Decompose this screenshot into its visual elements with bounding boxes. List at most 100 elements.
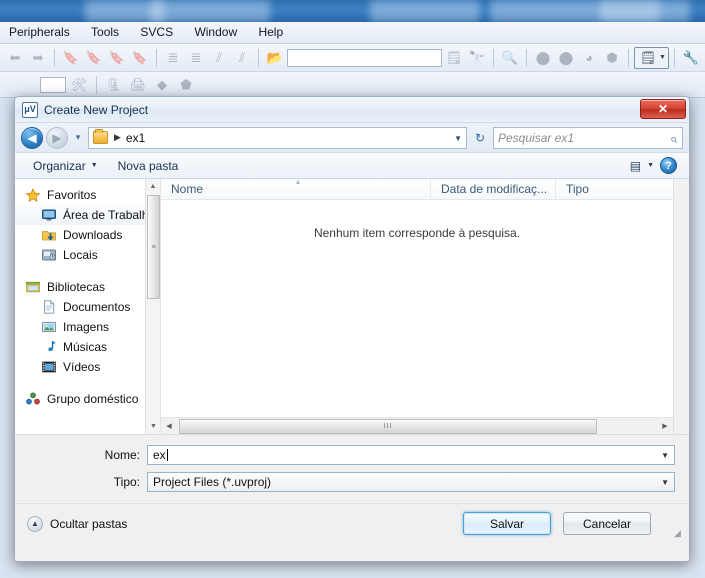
configure-wrench-icon[interactable]: 🔧 <box>680 47 702 69</box>
back-button[interactable]: ◀ <box>21 126 43 149</box>
menu-item-svcs[interactable]: SVCS <box>131 22 182 43</box>
menu-item-window[interactable]: Window <box>185 22 246 43</box>
toolbar-separator <box>156 48 157 67</box>
forward-button[interactable]: ▶ <box>46 126 68 149</box>
file-name-input[interactable]: ex ▼ <box>147 445 675 465</box>
scroll-right-icon[interactable]: ▶ <box>657 422 673 430</box>
scroll-up-icon[interactable]: ▲ <box>146 179 160 194</box>
breadcrumb-separator-icon: ▶ <box>114 132 121 142</box>
cancel-button[interactable]: Cancelar <box>563 512 651 535</box>
dialog-titlebar[interactable]: μV Create New Project ✕ <box>15 97 689 123</box>
sidebar-scrollbar[interactable]: ▲ ≡ ▼ <box>145 179 160 434</box>
bookmark-prev-icon[interactable]: 🔖 <box>106 47 128 69</box>
hscroll-track[interactable]: III <box>177 418 657 434</box>
address-bar[interactable]: ▶ ex1 ▼ <box>88 126 467 149</box>
scroll-down-icon[interactable]: ▼ <box>146 419 160 434</box>
target-options-icon[interactable]: ⬤ <box>532 47 554 69</box>
sidebar-item-musicas[interactable]: Músicas <box>15 337 160 357</box>
build-icon[interactable]: 🗜 <box>103 74 125 96</box>
comment-lines-icon[interactable]: ⫽ <box>208 47 230 69</box>
browse-symbol-icon[interactable]: 🔍 <box>499 47 521 69</box>
column-header-data-modificacao[interactable]: Data de modificaç... <box>431 178 556 200</box>
column-header-row: Nome ▴ Data de modificaç... Tipo <box>161 176 673 200</box>
resize-grip-icon[interactable]: ◢ <box>674 529 685 540</box>
target-selector[interactable]: 🗒 ▼ <box>634 46 669 69</box>
recent-locations-dropdown-icon[interactable]: ▾ <box>71 132 85 143</box>
build-target-icon[interactable]: 🛠 <box>68 74 90 96</box>
sort-ascending-icon: ▴ <box>296 176 301 186</box>
chevron-down-icon[interactable]: ▼ <box>454 134 462 143</box>
menu-item-tools[interactable]: Tools <box>82 22 128 43</box>
column-label: Nome <box>171 182 204 196</box>
file-list-vertical-scrollbar[interactable] <box>673 179 689 434</box>
sidebar-group-grupo-domestico[interactable]: Grupo doméstico <box>15 389 160 409</box>
chevron-down-icon[interactable]: ▼ <box>659 54 666 61</box>
scroll-left-icon[interactable]: ◀ <box>161 422 177 430</box>
sidebar-group-favoritos[interactable]: Favoritos <box>15 185 160 205</box>
nav-back-icon[interactable]: ⬅ <box>4 47 26 69</box>
menu-item-help[interactable]: Help <box>249 22 292 43</box>
column-header-nome[interactable]: Nome ▴ <box>161 176 431 200</box>
documents-icon <box>41 299 57 315</box>
dialog-form: Nome: ex ▼ Tipo: Project Files (*.uvproj… <box>15 434 689 503</box>
chevron-down-icon[interactable]: ▼ <box>647 162 654 169</box>
help-button[interactable]: ? <box>660 157 677 174</box>
save-button[interactable]: Salvar <box>463 512 551 535</box>
pictures-icon <box>41 319 57 335</box>
translate-icon[interactable]: ◆ <box>151 74 173 96</box>
chevron-down-icon[interactable]: ▼ <box>661 478 669 487</box>
hscroll-thumb[interactable]: III <box>179 418 597 434</box>
bookmark-clear-icon[interactable]: 🔖 <box>129 47 151 69</box>
sidebar-item-imagens[interactable]: Imagens <box>15 317 160 337</box>
column-header-tipo[interactable]: Tipo <box>556 179 673 200</box>
nav-forward-icon[interactable]: ➡ <box>27 47 49 69</box>
file-type-select[interactable]: Project Files (*.uvproj) ▼ <box>147 472 675 492</box>
close-button[interactable]: ✕ <box>640 99 686 119</box>
sidebar-item-downloads[interactable]: Downloads <box>15 225 160 245</box>
breadcrumb[interactable]: ex1 <box>126 131 145 145</box>
hide-folders-label: Ocultar pastas <box>50 516 128 531</box>
organize-button[interactable]: Organizar ▼ <box>23 159 108 173</box>
dialog-command-bar: Organizar ▼ Nova pasta ▤ ▼ ? <box>15 153 689 179</box>
uncomment-lines-icon[interactable]: ⫽ <box>231 47 253 69</box>
sidebar-item-area-de-trabalho[interactable]: Área de Trabalho <box>15 205 160 225</box>
find-in-files-icon[interactable]: 🗒 <box>443 47 465 69</box>
hide-folders-button[interactable]: ▲ Ocultar pastas <box>27 515 128 532</box>
dialog-footer: ▲ Ocultar pastas Salvar Cancelar ◢ <box>15 503 689 543</box>
scrollbar-thumb[interactable]: ≡ <box>147 195 160 299</box>
name-label: Nome: <box>104 448 140 462</box>
file-list-horizontal-scrollbar[interactable]: ◀ III ▶ <box>161 417 673 434</box>
sidebar-item-label: Vídeos <box>63 360 101 374</box>
chevron-up-icon: ▲ <box>27 515 43 532</box>
sidebar-item-videos[interactable]: Vídeos <box>15 357 160 377</box>
chevron-down-icon[interactable]: ▼ <box>661 451 669 460</box>
bookmark-next-icon[interactable]: 🔖 <box>83 47 105 69</box>
build-target-combo[interactable] <box>40 76 66 93</box>
manage-components-icon[interactable]: ⬤ <box>555 47 577 69</box>
open-folder-icon[interactable]: 📂 <box>264 47 286 69</box>
sidebar-item-locais[interactable]: Locais <box>15 245 160 265</box>
menu-item-peripherals[interactable]: Peripherals <box>0 22 79 43</box>
toolbar-separator <box>526 48 527 67</box>
find-next-icon[interactable]: 🔭 <box>466 47 488 69</box>
bookmark-toggle-icon[interactable]: 🔖 <box>60 47 82 69</box>
rebuild-icon[interactable]: 🖨 <box>127 74 149 96</box>
indent-increase-icon[interactable]: ≣ <box>162 47 184 69</box>
search-input[interactable]: Pesquisar ex1 ⌕ <box>493 126 683 149</box>
new-folder-button[interactable]: Nova pasta <box>108 159 189 173</box>
multi-project-icon[interactable]: ◕ <box>578 47 600 69</box>
target-icon: 🗒 <box>639 49 657 65</box>
name-row: Nome: ex ▼ <box>29 445 675 465</box>
sidebar-group-label: Grupo doméstico <box>47 392 139 406</box>
sidebar-group-bibliotecas[interactable]: Bibliotecas <box>15 277 160 297</box>
refresh-icon[interactable]: ↻ <box>470 131 490 145</box>
indent-decrease-icon[interactable]: ≣ <box>185 47 207 69</box>
sidebar-item-documentos[interactable]: Documentos <box>15 297 160 317</box>
batch-build-icon[interactable]: ⬢ <box>601 47 623 69</box>
toolbar-separator <box>673 48 675 67</box>
download-flash-icon[interactable]: ⬟ <box>175 74 197 96</box>
view-mode-icon[interactable]: ▤ <box>630 159 641 173</box>
search-icon: ⌕ <box>669 130 677 146</box>
find-combo[interactable] <box>287 48 442 67</box>
